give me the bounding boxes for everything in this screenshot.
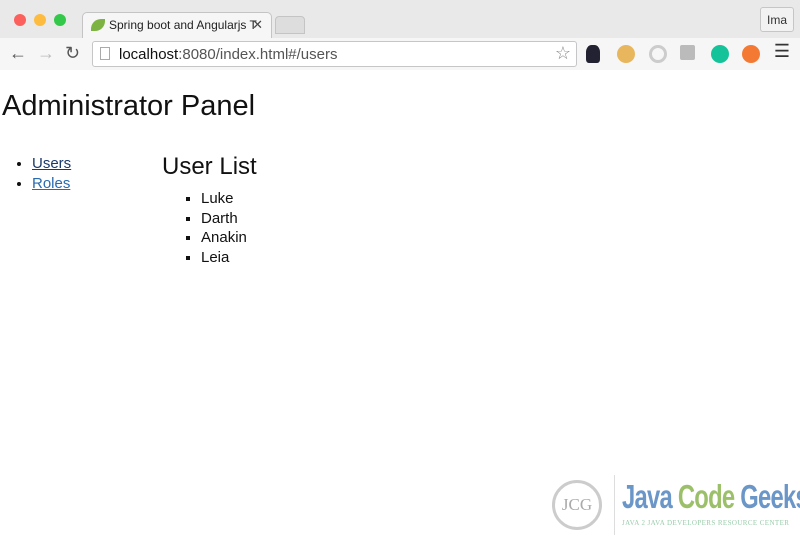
reload-icon[interactable]: ↻ bbox=[65, 43, 80, 64]
browser-chrome: Spring boot and Angularjs T ✕ Ima ← → ↻ … bbox=[0, 0, 800, 70]
close-window-button[interactable] bbox=[14, 14, 26, 26]
user-list: Luke Darth Anakin Leia bbox=[201, 189, 247, 268]
page-icon bbox=[100, 47, 110, 60]
divider bbox=[614, 475, 615, 535]
extension-icon[interactable] bbox=[649, 45, 667, 63]
browser-tab[interactable]: Spring boot and Angularjs T ✕ bbox=[82, 12, 272, 38]
list-item: Anakin bbox=[201, 228, 247, 248]
list-item: Leia bbox=[201, 248, 247, 268]
forward-icon[interactable]: → bbox=[37, 43, 55, 64]
new-tab-button[interactable] bbox=[275, 16, 305, 34]
sidebar-nav: Users Roles bbox=[32, 154, 71, 194]
maximize-window-button[interactable] bbox=[54, 14, 66, 26]
back-icon[interactable]: ← bbox=[9, 43, 27, 64]
users-link[interactable]: Users bbox=[32, 155, 71, 172]
jcg-watermark-logo: JCG Java Code Geeks Java 2 Java Develope… bbox=[548, 470, 800, 540]
cookie-extension-icon[interactable] bbox=[617, 45, 635, 63]
section-title: User List bbox=[162, 153, 257, 180]
tab-title: Spring boot and Angularjs T bbox=[109, 18, 257, 32]
spring-leaf-icon bbox=[91, 19, 105, 31]
grammarly-icon[interactable] bbox=[711, 45, 729, 63]
brand-text: Java Code Geeks bbox=[622, 478, 800, 515]
toolbar: ← → ↻ localhost:8080/index.html#/users ☆… bbox=[0, 38, 800, 70]
close-tab-icon[interactable]: ✕ bbox=[252, 17, 263, 33]
list-item: Darth bbox=[201, 209, 247, 229]
extension-icon[interactable] bbox=[586, 45, 600, 63]
roles-link[interactable]: Roles bbox=[32, 175, 70, 192]
menu-icon[interactable]: ☰ bbox=[774, 41, 790, 62]
profile-button[interactable]: Ima bbox=[760, 7, 794, 32]
extension-icon[interactable] bbox=[742, 45, 760, 63]
address-bar[interactable]: localhost:8080/index.html#/users ☆ bbox=[92, 41, 577, 67]
extension-icon[interactable] bbox=[680, 45, 695, 60]
minimize-window-button[interactable] bbox=[34, 14, 46, 26]
nav-item-users: Users bbox=[32, 154, 71, 174]
bookmark-star-icon[interactable]: ☆ bbox=[555, 43, 571, 64]
nav-item-roles: Roles bbox=[32, 174, 71, 194]
jcg-monogram: JCG bbox=[552, 480, 602, 530]
page-title: Administrator Panel bbox=[2, 90, 256, 122]
list-item: Luke bbox=[201, 189, 247, 209]
tagline: Java 2 Java Developers Resource Center bbox=[622, 519, 790, 527]
